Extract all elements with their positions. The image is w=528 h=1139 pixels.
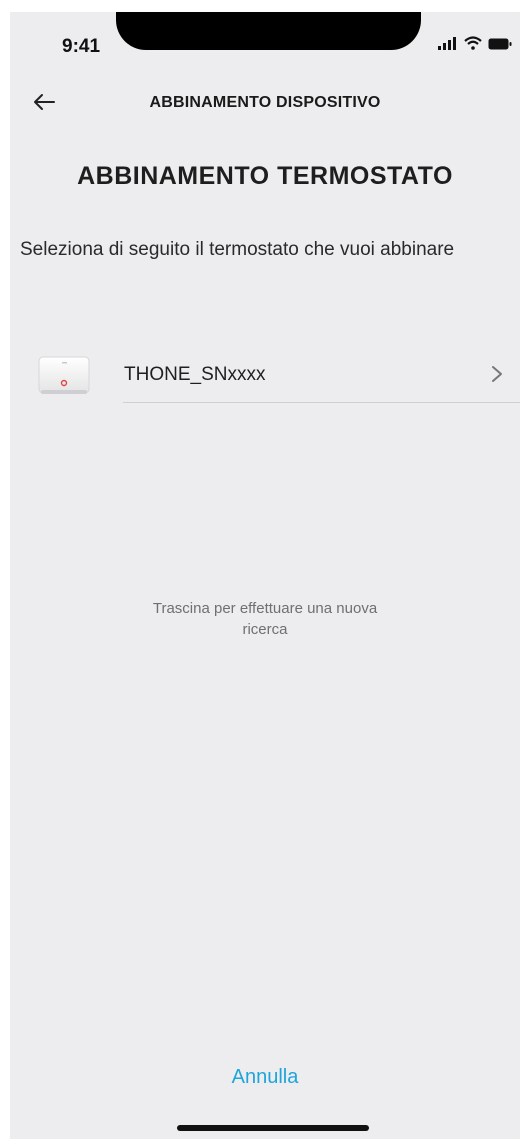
thermostat-device-image bbox=[37, 354, 91, 396]
wifi-icon bbox=[464, 36, 482, 55]
instruction-text: Seleziona di seguito il termostato che v… bbox=[20, 239, 455, 260]
header-title: ABBINAMENTO DISPOSITIVO bbox=[149, 94, 381, 111]
status-time: 9:41 bbox=[62, 36, 101, 57]
app-screen: 9:41 ABBINAMENTO DISPOSITIVO ABBINAMENTO… bbox=[10, 12, 520, 1139]
device-notch bbox=[116, 12, 421, 50]
cancel-button[interactable]: Annulla bbox=[10, 1066, 520, 1089]
status-icons bbox=[438, 36, 512, 55]
chevron-right-icon bbox=[490, 364, 504, 384]
page-title: ABBINAMENTO TERMOSTATO bbox=[77, 162, 453, 190]
list-divider bbox=[123, 402, 520, 403]
device-list-item[interactable]: THONE_SNxxxx bbox=[10, 340, 520, 410]
battery-icon bbox=[488, 37, 512, 55]
pull-to-refresh-hint: Trascina per effettuare una nuova ricerc… bbox=[152, 600, 378, 638]
cellular-signal-icon bbox=[438, 36, 458, 55]
device-name: THONE_SNxxxx bbox=[124, 364, 266, 385]
home-indicator bbox=[177, 1125, 369, 1131]
